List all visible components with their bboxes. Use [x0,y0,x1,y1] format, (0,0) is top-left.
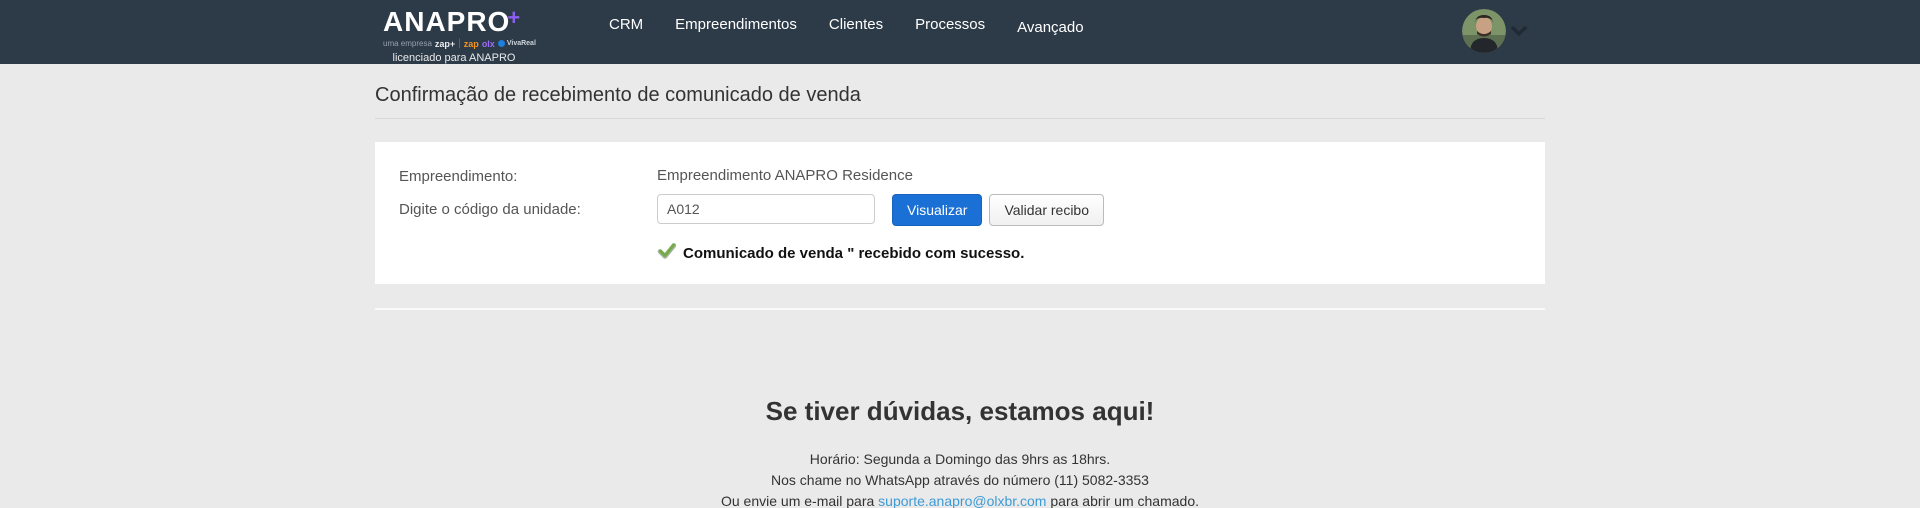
visualizar-button[interactable]: Visualizar [892,194,982,226]
unit-code-input[interactable] [657,194,875,224]
page-title: Confirmação de recebimento de comunicado… [375,64,1545,107]
empreendimento-label: Empreendimento: [399,167,657,185]
support-footer: Se tiver dúvidas, estamos aqui! Horário:… [375,310,1545,508]
user-menu[interactable] [1462,9,1527,53]
success-message: Comunicado de venda " recebido com suces… [683,245,1024,262]
licensed-text: licenciado para ANAPRO [383,52,525,64]
support-heading: Se tiver dúvidas, estamos aqui! [375,396,1545,427]
vivareal-dot-icon [498,40,505,47]
empreendimento-value: Empreendimento ANAPRO Residence [657,167,913,184]
unit-code-label: Digite o código da unidade: [399,194,657,218]
nav-item-avancado[interactable]: Avançado [1001,16,1099,36]
olx-logo: olx [482,39,495,49]
tagline-divider: | [458,38,461,49]
support-email-link[interactable]: suporte.anapro@olxbr.com [878,493,1046,508]
brand-plus-icon: + [507,5,521,30]
anapro-logo[interactable]: ANAPRO+ uma empresa zap+ | zap olx VivaR… [383,3,525,64]
empreendimento-row: Empreendimento: Empreendimento ANAPRO Re… [399,167,1521,185]
support-hours: Horário: Segunda a Domingo das 9hrs as 1… [375,449,1545,470]
brand-name: ANAPRO+ [383,3,525,37]
confirmation-panel: Empreendimento: Empreendimento ANAPRO Re… [375,142,1545,284]
check-icon [657,242,676,264]
nav-item-crm[interactable]: CRM [593,16,659,36]
tagline-prefix: uma empresa [383,39,432,48]
nav-item-clientes[interactable]: Clientes [813,16,899,36]
unit-code-row: Digite o código da unidade: Visualizar V… [399,194,1521,226]
support-email-line: Ou envie um e-mail para suporte.anapro@o… [375,491,1545,508]
page-content: Confirmação de recebimento de comunicado… [0,64,1920,508]
top-navbar: ANAPRO+ uma empresa zap+ | zap olx VivaR… [0,0,1920,64]
nav-item-processos[interactable]: Processos [899,16,1001,36]
brand-tagline: uma empresa zap+ | zap olx VivaReal [383,38,525,49]
zapplus-logo: zap+ [435,39,455,49]
vivareal-logo: VivaReal [498,40,536,47]
main-nav: CRM Empreendimentos Clientes Processos A… [593,16,1100,36]
chevron-down-icon[interactable] [1511,24,1527,42]
validar-recibo-button[interactable]: Validar recibo [989,194,1104,226]
title-divider [375,118,1545,119]
nav-item-empreendimentos[interactable]: Empreendimentos [659,16,813,36]
avatar[interactable] [1462,9,1506,53]
zap-logo: zap [464,39,479,49]
success-message-row: Comunicado de venda " recebido com suces… [657,242,1521,264]
support-whatsapp: Nos chame no WhatsApp através do número … [375,470,1545,491]
